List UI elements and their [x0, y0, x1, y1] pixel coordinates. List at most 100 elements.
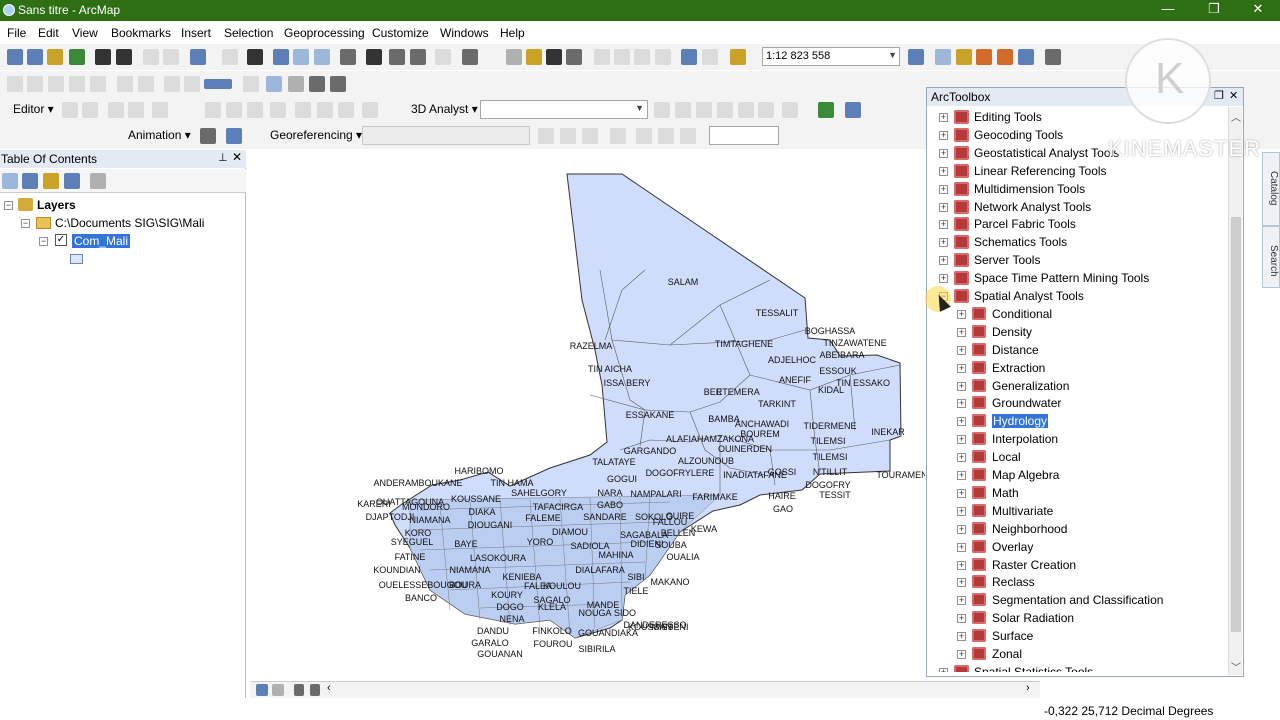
close-icon[interactable]: ✕ — [232, 150, 242, 164]
view-link-icon[interactable] — [658, 128, 674, 144]
cut-icon[interactable] — [594, 49, 610, 65]
toolbox-item[interactable]: + Parcel Fabric Tools — [927, 216, 1227, 233]
select-features-icon[interactable] — [190, 49, 206, 65]
close-icon[interactable]: ✕ — [1229, 89, 1238, 102]
arcglobe-icon[interactable] — [845, 102, 861, 118]
pin-icon[interactable]: ⊥ — [218, 151, 228, 164]
menu-insert[interactable]: Insert — [181, 26, 211, 40]
select-elements-icon[interactable] — [247, 49, 263, 65]
scroll-left-icon[interactable]: ‹ — [327, 682, 331, 694]
full-extent-icon[interactable] — [69, 49, 85, 65]
interpolate-line-icon[interactable] — [738, 102, 754, 118]
model-builder-icon[interactable] — [1045, 49, 1061, 65]
layer-name[interactable]: Com_Mali — [72, 234, 131, 248]
menu-customize[interactable]: Customize — [372, 26, 429, 40]
toolbox-item[interactable]: + Spatial Statistics Tools — [927, 664, 1227, 672]
toolbox-item[interactable]: + Conditional — [927, 306, 1227, 323]
search-window-icon[interactable] — [976, 49, 992, 65]
expand-icon[interactable]: + — [957, 488, 966, 498]
expand-icon[interactable]: + — [957, 327, 966, 337]
clear-selection-icon[interactable] — [222, 49, 238, 65]
toolbox-item[interactable]: + Neighborhood — [927, 521, 1227, 538]
save-icon[interactable] — [546, 49, 562, 65]
toolbox-item[interactable]: + Solar Radiation — [927, 610, 1227, 627]
map-scale-combo[interactable]: 1:12 823 558 ▼ — [762, 47, 900, 66]
map-view[interactable]: SALAM TESSALIT BOGHASSA TINZAWATENE ABEIBARA… — [250, 150, 946, 680]
layer-symbol-icon[interactable] — [70, 254, 83, 264]
pan-icon[interactable] — [47, 49, 63, 65]
expand-icon[interactable]: + — [939, 166, 948, 176]
toolbox-item[interactable]: + Groundwater — [927, 395, 1227, 412]
georeferencing-menu[interactable]: Georeferencing ▾ — [270, 128, 362, 142]
menu-geoprocessing[interactable]: Geoprocessing — [284, 26, 365, 40]
menu-edit[interactable]: Edit — [38, 26, 59, 40]
delete-icon[interactable] — [655, 49, 671, 65]
toolbox-item[interactable]: + Generalization — [927, 378, 1227, 395]
close-button[interactable]: ✕ — [1236, 0, 1280, 21]
expand-icon[interactable]: + — [957, 632, 966, 642]
catalog-icon[interactable] — [956, 49, 972, 65]
fixed-zoom-in-icon[interactable] — [95, 49, 111, 65]
add-data-icon[interactable] — [730, 49, 746, 65]
menu-view[interactable]: View — [72, 26, 98, 40]
search-tab[interactable]: Search — [1262, 226, 1280, 288]
expand-icon[interactable]: + — [939, 130, 948, 140]
toolbox-item[interactable]: + Multivariate — [927, 503, 1227, 520]
expand-icon[interactable]: + — [957, 345, 966, 355]
collapse-icon[interactable]: − — [39, 237, 48, 246]
animation-menu[interactable]: Animation ▾ — [128, 128, 191, 142]
reshape-icon[interactable] — [226, 102, 242, 118]
trace-icon[interactable] — [152, 102, 168, 118]
fixed-zoom-out-icon[interactable] — [116, 49, 132, 65]
find-icon[interactable] — [366, 49, 382, 65]
expand-icon[interactable]: + — [957, 417, 966, 427]
3d-layer-combo[interactable]: ▼ — [480, 100, 648, 119]
toolbox-item[interactable]: −Spatial Analyst Tools — [927, 288, 1227, 305]
create-features-icon[interactable] — [362, 102, 378, 118]
edit-tool-icon[interactable] — [62, 102, 78, 118]
scroll-down-icon[interactable]: ﹀ — [1231, 659, 1241, 674]
layout-zoom-in-icon[interactable] — [7, 76, 23, 92]
toolbox-item[interactable]: + Segmentation and Classification — [927, 592, 1227, 609]
expand-icon[interactable]: + — [939, 202, 948, 212]
menu-help[interactable]: Help — [500, 26, 525, 40]
toolbox-item[interactable]: + Overlay — [927, 539, 1227, 556]
toolbox-item[interactable]: + Linear Referencing Tools — [927, 163, 1227, 180]
expand-icon[interactable]: + — [957, 363, 966, 373]
endpoint-arc-icon[interactable] — [128, 102, 144, 118]
expand-icon[interactable]: + — [939, 148, 948, 158]
expand-icon[interactable]: + — [957, 578, 966, 588]
new-document-icon[interactable] — [506, 49, 522, 65]
collapse-icon[interactable]: − — [21, 219, 30, 228]
time-slider-icon[interactable] — [435, 49, 451, 65]
expand-icon[interactable]: + — [939, 274, 948, 284]
arctoolbox-icon[interactable] — [997, 49, 1013, 65]
profile-graph-icon[interactable] — [782, 102, 798, 118]
zoom-percent-field[interactable] — [204, 79, 232, 89]
python-window-icon[interactable] — [1018, 49, 1034, 65]
layout-view-icon[interactable] — [272, 684, 284, 696]
expand-icon[interactable]: + — [957, 524, 966, 534]
expand-icon[interactable]: + — [957, 614, 966, 624]
toolbox-item[interactable]: + Extraction — [927, 360, 1227, 377]
georef-layer-combo[interactable] — [362, 126, 530, 145]
scroll-thumb[interactable] — [1231, 217, 1241, 632]
layer-visibility-checkbox[interactable]: ✓ — [55, 234, 67, 246]
layers-root[interactable]: Layers — [37, 198, 76, 212]
scale-georef-icon[interactable] — [582, 128, 598, 144]
expand-icon[interactable]: + — [939, 220, 948, 230]
split-icon[interactable] — [270, 102, 286, 118]
interpolate-point-icon[interactable] — [717, 102, 733, 118]
scroll-right-icon[interactable]: › — [1026, 682, 1030, 694]
rotate-icon[interactable] — [295, 102, 311, 118]
maximize-button[interactable]: ❐ — [1192, 0, 1236, 21]
expand-icon[interactable]: + — [957, 560, 966, 570]
expand-icon[interactable]: + — [939, 238, 948, 248]
menu-file[interactable]: File — [7, 26, 26, 40]
toolbox-item[interactable]: + Local — [927, 449, 1227, 466]
toolbox-item[interactable]: + Interpolation — [927, 431, 1227, 448]
expand-icon[interactable]: + — [957, 596, 966, 606]
editor-toolbar-icon[interactable] — [908, 49, 924, 65]
print-icon[interactable] — [566, 49, 582, 65]
line-of-sight-icon[interactable] — [696, 102, 712, 118]
